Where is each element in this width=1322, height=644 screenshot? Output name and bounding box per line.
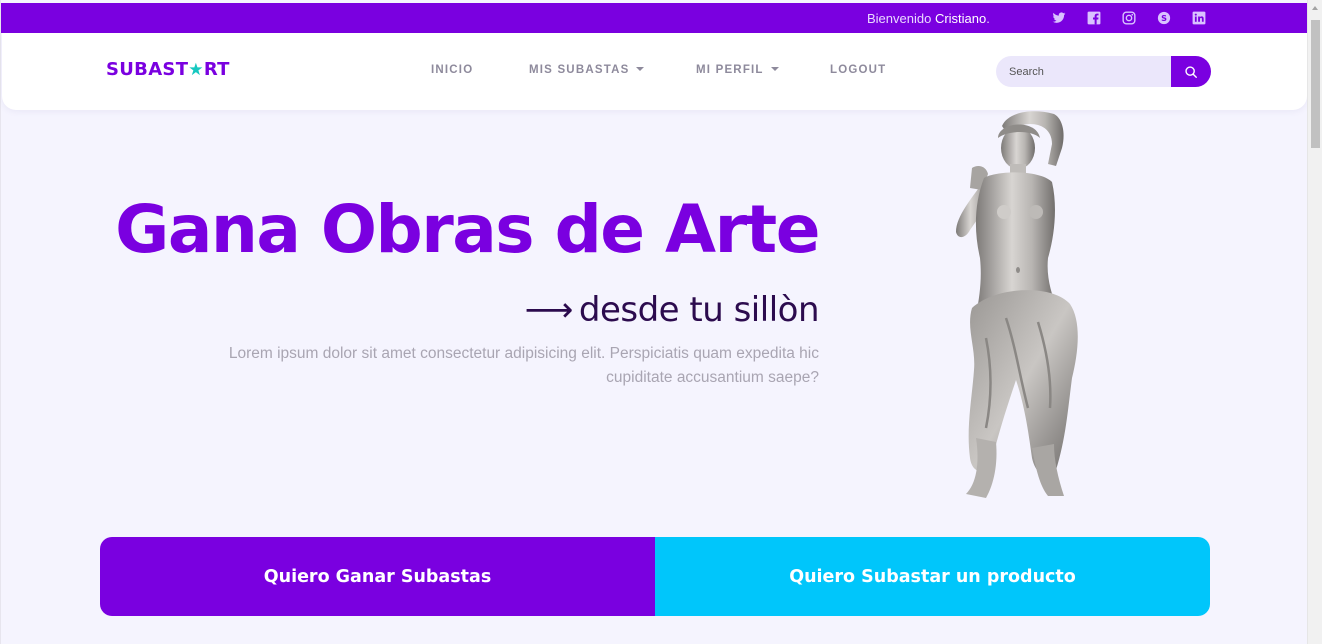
welcome-suffix: . [986, 11, 990, 26]
twitter-icon[interactable] [1052, 11, 1066, 25]
nav-item-label: INICIO [431, 64, 474, 76]
search-icon [1185, 65, 1197, 78]
welcome-prefix: Bienvenido [867, 11, 932, 26]
hero-description: Lorem ipsum dolor sit amet consectetur a… [228, 345, 819, 386]
linkedin-icon[interactable] [1192, 11, 1206, 25]
welcome-message: Bienvenido Cristiano. [867, 11, 990, 26]
user-name[interactable]: Cristiano [935, 11, 986, 26]
logo-text-end: RT [203, 59, 230, 80]
instagram-icon[interactable] [1122, 11, 1136, 25]
hero-subtitle-text: desde tu sillòn [578, 290, 820, 330]
nav-item-label: LOGOUT [830, 64, 887, 76]
page-scrollbar[interactable] [1307, 0, 1322, 644]
arrow-right-icon: ⟶ [524, 290, 574, 330]
cta-group: Quiero Ganar Subastas Quiero Subastar un… [100, 537, 1210, 616]
skype-icon[interactable]: S [1157, 11, 1171, 25]
hero-title: Gana Obras de Arte [115, 191, 820, 268]
search-input[interactable] [996, 56, 1176, 87]
logo-text-start: SUBAST [106, 59, 189, 80]
nav-item-inicio[interactable]: INICIO [431, 64, 473, 76]
nav-item-label: MI PERFIL [696, 64, 764, 76]
caret-down-icon [770, 67, 779, 71]
nav-item-label: MIS SUBASTAS [529, 64, 630, 76]
star-icon: ★ [188, 60, 204, 80]
nav-item-logout[interactable]: LOGOUT [830, 64, 886, 76]
page: Bienvenido Cristiano. S SUBAST★RT INICIO [0, 0, 1308, 644]
scroll-up-arrow-icon[interactable] [1312, 6, 1318, 10]
subastart-logo[interactable]: SUBAST★RT [106, 59, 230, 80]
ganar-subastas-button[interactable]: Quiero Ganar Subastas [100, 537, 655, 616]
caret-down-icon [636, 67, 645, 71]
statue-image [956, 111, 1078, 498]
search-button[interactable] [1171, 56, 1211, 87]
hero-subtitle: ⟶ desde tu sillòn [524, 290, 820, 330]
svg-text:S: S [1161, 13, 1167, 23]
facebook-icon[interactable] [1087, 11, 1101, 25]
main-navbar: SUBAST★RT INICIO MIS SUBASTAS MI PERFIL … [2, 33, 1307, 110]
top-bar: Bienvenido Cristiano. S [1, 3, 1308, 33]
nav-item-mi-perfil[interactable]: MI PERFIL [696, 64, 779, 76]
nav-item-mis-subastas[interactable]: MIS SUBASTAS [529, 64, 645, 76]
search-form [996, 56, 1211, 87]
subastar-producto-button[interactable]: Quiero Subastar un producto [655, 537, 1210, 616]
scrollbar-thumb[interactable] [1311, 20, 1320, 148]
